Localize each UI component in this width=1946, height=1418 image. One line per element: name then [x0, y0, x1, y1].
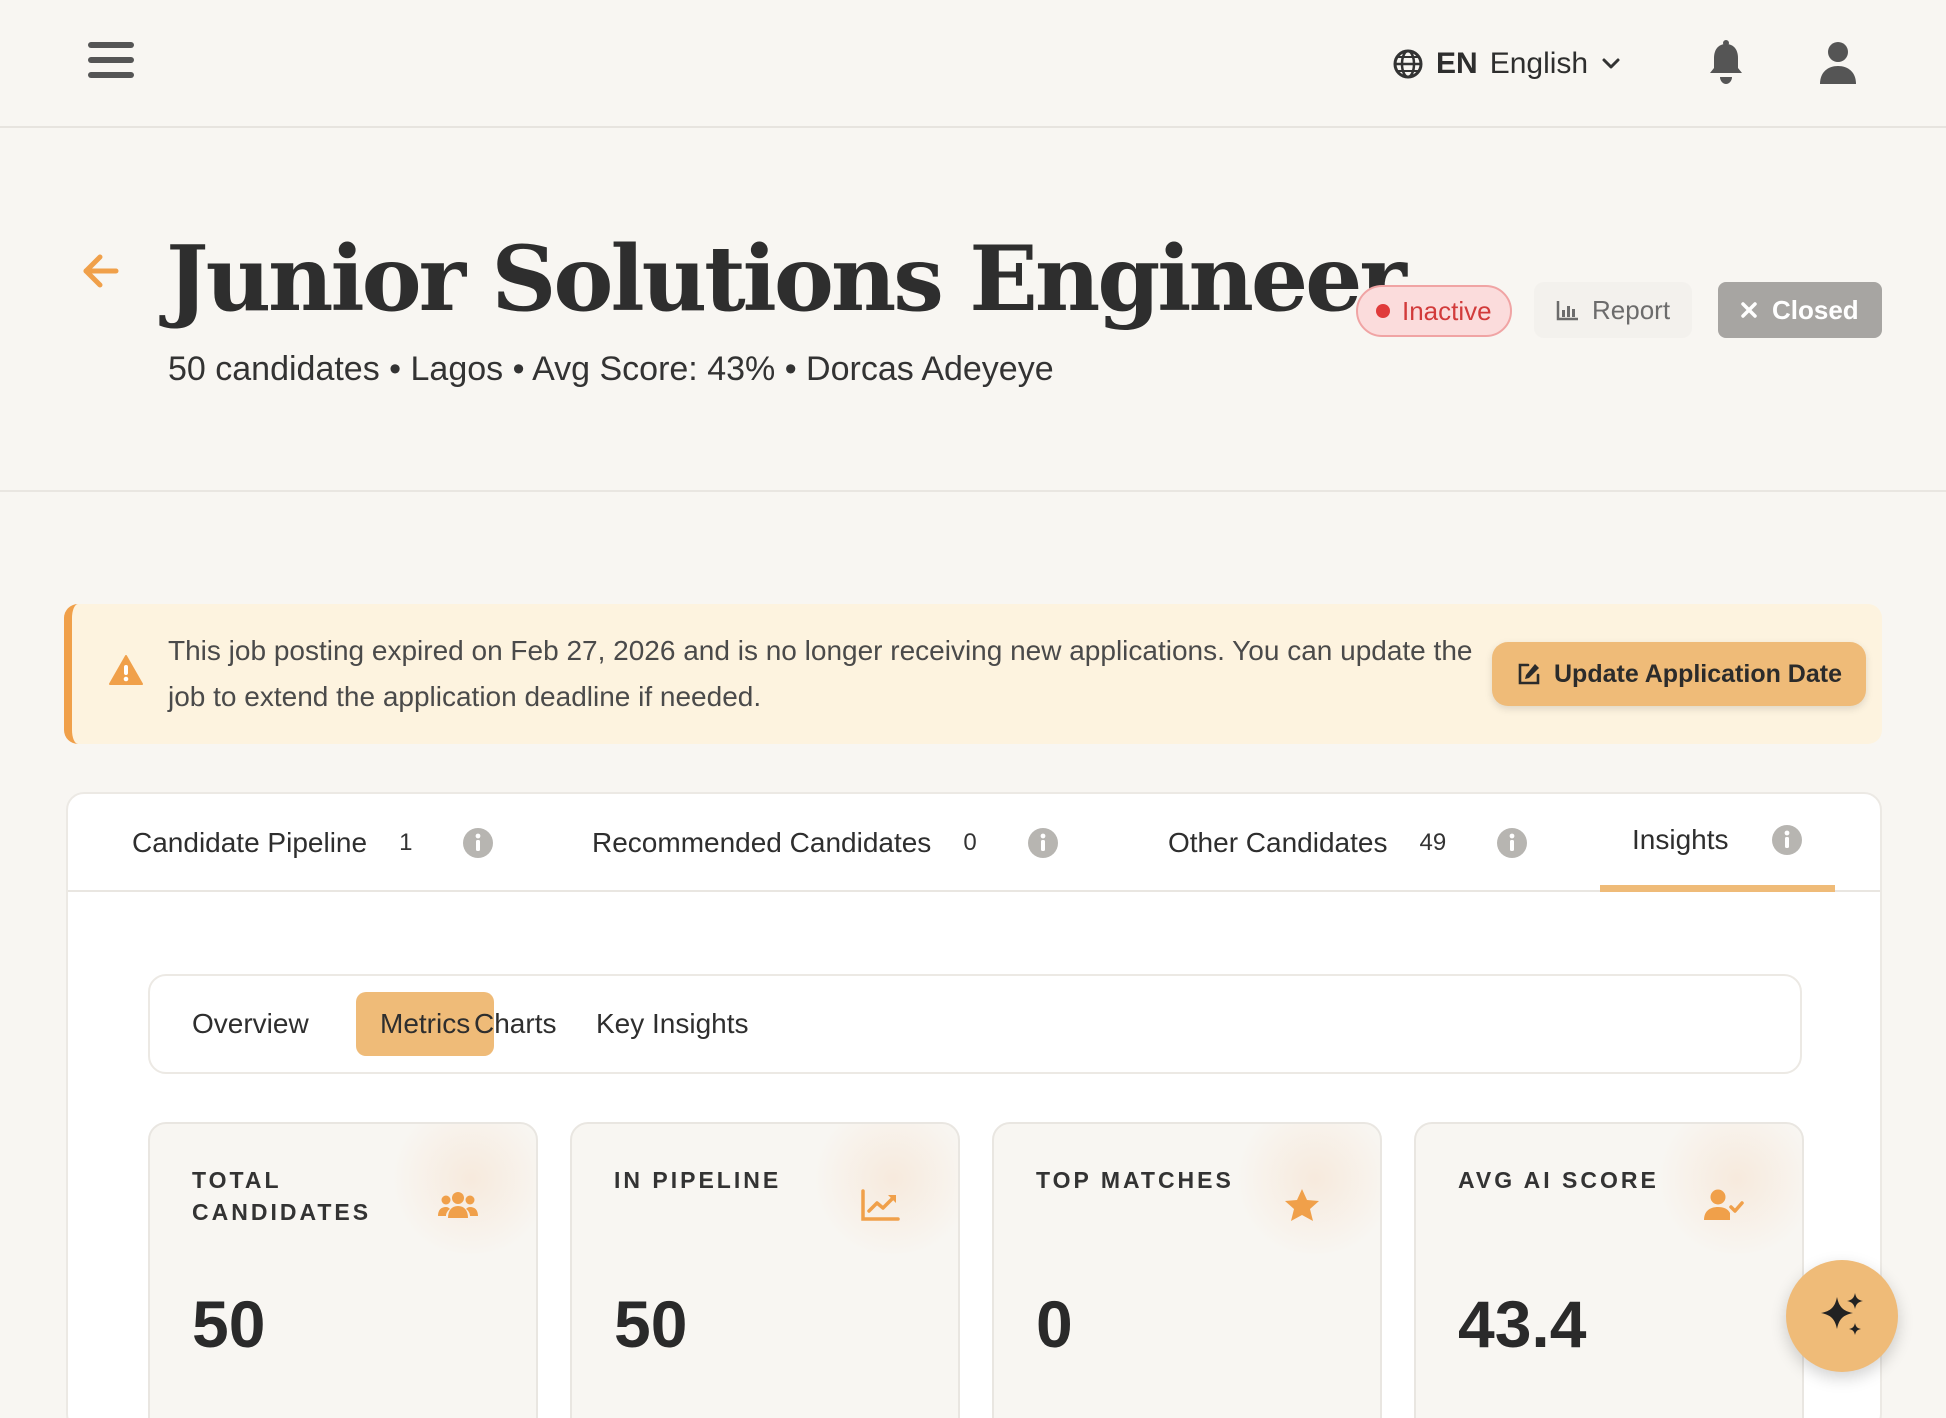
- status-badge: Inactive: [1356, 285, 1512, 337]
- info-icon[interactable]: [1496, 827, 1528, 859]
- metric-label: Total Candidates: [192, 1167, 372, 1225]
- job-subtitle: 50 candidates • Lagos • Avg Score: 43% •…: [168, 350, 1054, 388]
- metric-card-in-pipeline: In Pipeline 50: [570, 1122, 960, 1418]
- subtab-key-insights[interactable]: Key Insights: [572, 992, 773, 1056]
- chart-bar-icon: [1556, 301, 1578, 321]
- update-application-date-button[interactable]: Update Application Date: [1492, 642, 1866, 706]
- main-panel: Candidate Pipeline 1 Recommended Candida…: [66, 792, 1882, 1418]
- bell-icon[interactable]: [1706, 40, 1746, 86]
- status-text: Inactive: [1402, 295, 1492, 326]
- globe-icon: [1393, 49, 1423, 79]
- tab-count: 1: [399, 829, 413, 856]
- alert-message: This job posting expired on Feb 27, 2026…: [168, 635, 1473, 712]
- chevron-down-icon: [1602, 58, 1620, 69]
- insights-subtabs: Overview Metrics Charts Key Insights: [148, 974, 1802, 1074]
- metric-value: 43.4: [1458, 1287, 1587, 1361]
- metric-card-top-matches: Top Matches 0: [992, 1122, 1382, 1418]
- status-dot: [1376, 304, 1390, 318]
- metric-value: 50: [614, 1287, 688, 1361]
- report-button[interactable]: Report: [1534, 282, 1693, 338]
- edit-icon: [1518, 663, 1540, 685]
- user-icon[interactable]: [1818, 40, 1858, 86]
- tab-recommended-candidates[interactable]: Recommended Candidates 0: [592, 794, 1059, 892]
- tab-label: Insights: [1632, 823, 1729, 855]
- ai-assistant-button[interactable]: [1786, 1260, 1898, 1372]
- metric-label: Top Matches: [1036, 1167, 1234, 1193]
- subtab-charts[interactable]: Charts: [450, 992, 580, 1056]
- users-icon: [438, 1192, 478, 1218]
- metric-label: Avg AI Score: [1458, 1167, 1659, 1193]
- metric-value: 50: [192, 1287, 266, 1361]
- menu-icon[interactable]: [88, 42, 134, 84]
- expired-alert: This job posting expired on Feb 27, 2026…: [64, 604, 1882, 744]
- metric-value: 0: [1036, 1287, 1073, 1361]
- page-title: Junior Solutions Engineer: [166, 226, 1407, 332]
- tab-candidate-pipeline[interactable]: Candidate Pipeline 1: [132, 794, 494, 892]
- tab-label: Other Candidates: [1168, 827, 1388, 858]
- language-code: EN: [1436, 47, 1478, 80]
- user-check-icon: [1704, 1189, 1744, 1220]
- chart-line-icon: [861, 1189, 900, 1221]
- tab-label: Candidate Pipeline: [132, 827, 368, 858]
- tab-count: 0: [963, 829, 977, 856]
- closed-label: Closed: [1772, 294, 1859, 325]
- language-name: English: [1489, 47, 1589, 80]
- update-label: Update Application Date: [1554, 659, 1842, 688]
- main-tabs: Candidate Pipeline 1 Recommended Candida…: [68, 794, 1880, 892]
- close-icon: [1741, 302, 1757, 318]
- arrow-left-icon[interactable]: [80, 250, 122, 292]
- info-icon[interactable]: [1027, 827, 1059, 859]
- top-bar: EN English: [0, 0, 1946, 128]
- metric-card-total-candidates: Total Candidates 50: [148, 1122, 538, 1418]
- warning-icon: [109, 655, 143, 685]
- metric-card-avg-ai-score: Avg AI Score 43.4: [1414, 1122, 1804, 1418]
- star-icon: [1285, 1189, 1319, 1221]
- report-label: Report: [1592, 294, 1671, 325]
- tab-count: 49: [1419, 829, 1447, 856]
- subtab-overview[interactable]: Overview: [168, 992, 333, 1056]
- language-selector[interactable]: EN English: [1392, 40, 1622, 88]
- closed-button[interactable]: Closed: [1718, 282, 1882, 338]
- job-header: Junior Solutions Engineer 50 candidates …: [0, 130, 1946, 492]
- info-icon[interactable]: [1771, 824, 1803, 856]
- tab-other-candidates[interactable]: Other Candidates 49: [1168, 794, 1528, 892]
- info-icon[interactable]: [462, 827, 494, 859]
- tab-insights[interactable]: Insights: [1600, 794, 1835, 892]
- tab-label: Recommended Candidates: [592, 827, 932, 858]
- metric-label: In Pipeline: [614, 1167, 782, 1193]
- sparkles-icon: [1821, 1293, 1863, 1335]
